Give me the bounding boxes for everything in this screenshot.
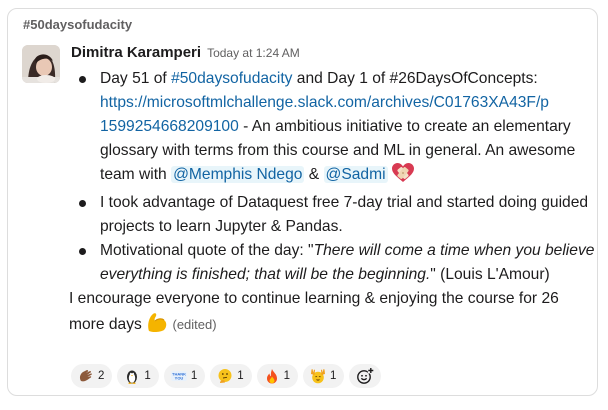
url-part: https://microsoftmlchallenge.slack.com/a… — [100, 94, 549, 111]
closing-paragraph: I encourage everyone to continue learnin… — [69, 287, 597, 341]
mention-memphis[interactable]: @Memphis Ndego — [171, 166, 305, 183]
add-emoji-icon — [357, 367, 375, 384]
url-part: 1599254668209100 — [100, 118, 239, 135]
text: " (Louis L'Amour) — [430, 266, 550, 283]
heart-with-bandage-icon — [391, 163, 414, 191]
list-item: Day 51 of #50daysofudacity and Day 1 of … — [79, 67, 597, 191]
edited-label: (edited) — [172, 317, 217, 332]
raised-hands-face-icon — [310, 368, 326, 384]
reaction-count: 1 — [190, 370, 198, 382]
mention-sadmi[interactable]: @Sadmi — [323, 166, 388, 183]
timestamp[interactable]: Today at 1:24 AM — [207, 46, 300, 60]
message-header: Dimitra Karamperi Today at 1:24 AM — [71, 44, 300, 62]
reaction-raised-hands-face[interactable]: 1 — [303, 364, 345, 388]
reactions-bar: 2 1 THANK YOU 1 1 1 1 — [71, 364, 382, 388]
flexed-biceps-icon — [146, 311, 168, 341]
reaction-count: 2 — [98, 370, 105, 382]
reaction-thank-you[interactable]: THANK YOU 1 — [163, 364, 206, 388]
list-item: Motivational quote of the day: "There wi… — [79, 239, 597, 287]
avatar[interactable] — [22, 45, 60, 83]
text: Day 51 of — [100, 70, 172, 87]
avatar-photo-icon — [22, 45, 60, 83]
text: and Day 1 of #26DaysOfConcepts: — [292, 70, 538, 87]
reaction-penguin[interactable]: 1 — [117, 364, 159, 388]
clapping-hands-icon — [78, 368, 94, 384]
reaction-thinking-face[interactable]: 1 — [210, 364, 252, 388]
text: & — [304, 166, 324, 183]
text: Motivational quote of the day: " — [100, 242, 314, 259]
add-reaction-button[interactable] — [349, 364, 382, 388]
reaction-clapping-hands[interactable]: 2 — [71, 364, 113, 388]
thinking-face-icon — [217, 368, 233, 384]
reaction-count: 1 — [330, 370, 337, 382]
author-name[interactable]: Dimitra Karamperi — [71, 44, 201, 61]
hashtag-link[interactable]: #50daysofudacity — [171, 70, 292, 87]
reaction-fire[interactable]: 1 — [256, 364, 299, 388]
penguin-icon — [124, 368, 140, 384]
reaction-count: 1 — [237, 370, 244, 382]
fire-icon — [264, 368, 280, 384]
text: I encourage everyone to continue learnin… — [69, 290, 559, 333]
list-item: I took advantage of Dataquest free 7-day… — [79, 191, 597, 239]
channel-name[interactable]: #50daysofudacity — [23, 17, 132, 32]
reaction-count: 1 — [144, 370, 151, 382]
message-body: Day 51 of #50daysofudacity and Day 1 of … — [69, 67, 597, 341]
reaction-count: 1 — [283, 370, 291, 382]
thank-you-icon: THANK YOU — [170, 368, 187, 384]
svg-text:YOU: YOU — [174, 376, 183, 381]
bullet-list: Day 51 of #50daysofudacity and Day 1 of … — [69, 67, 597, 287]
message-card: #50daysofudacity Dimitra Karamperi Today … — [7, 8, 598, 396]
